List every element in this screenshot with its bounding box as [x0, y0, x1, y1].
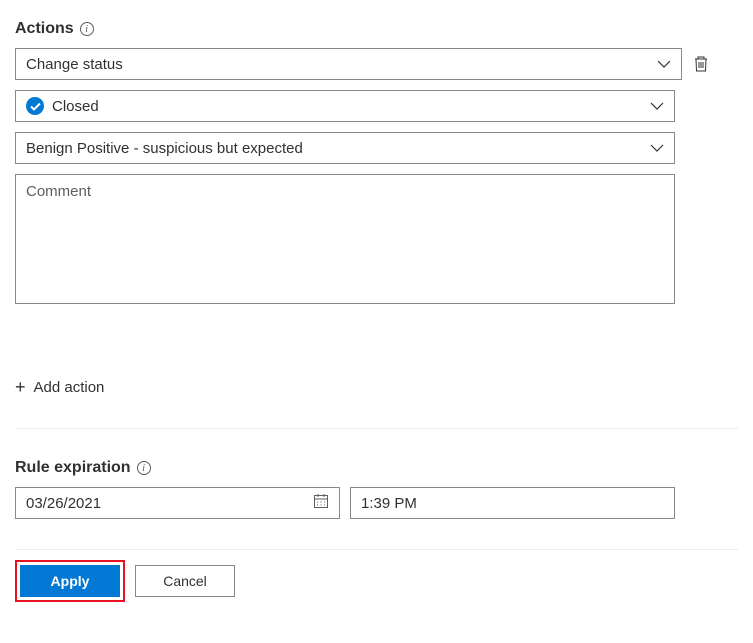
calendar-icon	[313, 493, 329, 513]
add-action-button[interactable]: + Add action	[15, 377, 104, 398]
time-input[interactable]: 1:39 PM	[350, 487, 675, 519]
date-input[interactable]: 03/26/2021	[15, 487, 340, 519]
info-icon[interactable]: i	[137, 461, 151, 475]
time-value: 1:39 PM	[361, 495, 417, 512]
chevron-down-icon	[650, 99, 664, 113]
button-row: Apply Cancel	[15, 549, 738, 602]
chevron-down-icon	[657, 57, 671, 71]
comment-input[interactable]	[15, 174, 675, 304]
apply-button[interactable]: Apply	[20, 565, 120, 597]
status-value-text: Closed	[52, 98, 99, 115]
apply-highlight: Apply	[15, 560, 125, 602]
info-icon[interactable]: i	[80, 22, 94, 36]
plus-icon: +	[15, 377, 26, 398]
date-value: 03/26/2021	[26, 495, 101, 512]
actions-label: Actions i	[15, 20, 738, 38]
actions-label-text: Actions	[15, 20, 74, 38]
chevron-down-icon	[650, 141, 664, 155]
add-action-label: Add action	[34, 379, 105, 396]
change-status-dropdown[interactable]: Change status	[15, 48, 682, 80]
check-circle-icon	[26, 97, 44, 115]
status-value-dropdown[interactable]: Closed	[15, 90, 675, 122]
change-status-label: Change status	[26, 56, 123, 73]
delete-icon[interactable]	[692, 55, 710, 73]
classification-text: Benign Positive - suspicious but expecte…	[26, 140, 303, 157]
classification-dropdown[interactable]: Benign Positive - suspicious but expecte…	[15, 132, 675, 164]
rule-expiration-text: Rule expiration	[15, 459, 131, 477]
divider	[15, 428, 738, 429]
cancel-button[interactable]: Cancel	[135, 565, 235, 597]
rule-expiration-label: Rule expiration i	[15, 459, 738, 477]
